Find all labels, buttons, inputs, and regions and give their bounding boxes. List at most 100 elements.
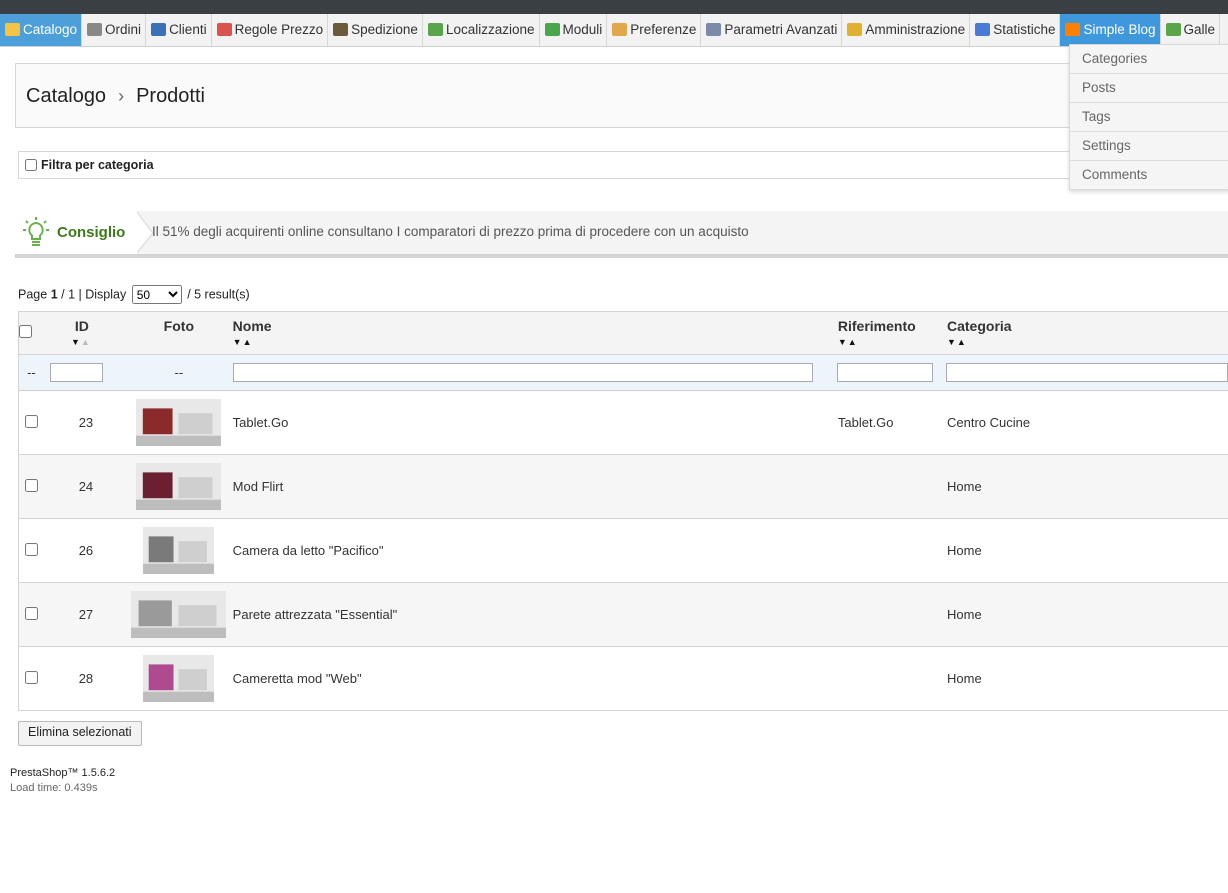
product-thumbnail <box>136 399 222 446</box>
row-checkbox[interactable] <box>24 478 38 492</box>
filter-riferimento-cell <box>834 354 944 391</box>
menu-item-label: Catalogo <box>23 22 78 37</box>
per-page-select[interactable]: 50 <box>131 285 182 304</box>
filter-categoria-input[interactable] <box>946 363 1228 382</box>
table-row[interactable]: 27 Parete attrezzata "Essential" Home <box>17 582 1228 647</box>
riferimento-sort-icon[interactable]: ▼▲ <box>838 337 944 347</box>
categoria-sort-icon[interactable]: ▼▲ <box>947 337 1228 347</box>
row-checkbox-cell <box>17 518 44 583</box>
menu-item-label: Regole Prezzo <box>234 22 324 37</box>
cell-id: 24 <box>43 454 129 519</box>
filter-cb-cell: -- <box>17 354 44 391</box>
menu-item-ordini[interactable]: Ordini <box>82 14 147 46</box>
menu-item-label: Moduli <box>562 22 603 37</box>
filter-id-input[interactable] <box>49 363 103 382</box>
row-checkbox[interactable] <box>24 542 38 556</box>
cell-nome[interactable]: Tablet.Go <box>229 390 835 455</box>
category-filter-label: Filtra per categoria <box>41 158 154 172</box>
col-nome: Nome ▼▲ <box>229 311 835 355</box>
menu-item-spedizione[interactable]: Spedizione <box>328 14 423 46</box>
col-id: ID ▼▲ <box>43 311 129 355</box>
user-icon <box>151 23 167 36</box>
cell-nome[interactable]: Parete attrezzata "Essential" <box>229 582 835 647</box>
cell-categoria: Home <box>944 454 1228 519</box>
col-id-label: ID <box>74 318 89 334</box>
row-checkbox-cell <box>17 582 44 647</box>
col-nome-label: Nome <box>232 318 272 334</box>
category-filter-checkbox[interactable] <box>25 159 37 171</box>
category-filter: Filtra per categoria <box>18 151 1228 179</box>
row-checkbox[interactable] <box>24 414 38 428</box>
dropdown-item-tags[interactable]: Tags <box>1070 103 1228 132</box>
menu-item-parametri-avanzati[interactable]: Parametri Avanzati <box>701 14 843 46</box>
cell-categoria: Centro Cucine <box>944 390 1228 455</box>
tip-banner: Consiglio Il 51% degli acquirenti online… <box>15 211 1228 258</box>
wrench-icon <box>706 23 722 36</box>
table-row[interactable]: 26 Camera da letto "Pacifico" Home <box>17 518 1228 583</box>
page-title: Prodotti <box>136 85 205 107</box>
cell-foto <box>128 518 230 583</box>
filter-nome-cell <box>229 354 835 391</box>
table-row[interactable]: 24 Mod Flirt Home <box>17 454 1228 519</box>
menu-item-clienti[interactable]: Clienti <box>146 14 212 46</box>
cart-icon <box>87 23 103 36</box>
filter-row: -- -- <box>17 354 1228 391</box>
product-thumbnail <box>131 591 227 638</box>
cell-riferimento: Tablet.Go <box>834 390 944 455</box>
tip-label-box: Consiglio <box>15 211 137 254</box>
row-checkbox[interactable] <box>24 670 38 684</box>
menu-item-galle[interactable]: Galle <box>1161 14 1221 46</box>
select-all-checkbox[interactable] <box>19 325 32 338</box>
menu-item-catalogo[interactable]: Catalogo <box>0 14 83 46</box>
current-page: 1 <box>50 287 58 302</box>
filter-nome-input[interactable] <box>232 363 813 382</box>
breadcrumb-parent[interactable]: Catalogo <box>26 85 106 107</box>
cell-id: 28 <box>43 646 129 711</box>
key-icon <box>847 23 863 36</box>
menu-item-localizzazione[interactable]: Localizzazione <box>423 14 540 46</box>
result-count: / 5 result(s) <box>187 287 250 302</box>
menu-item-moduli[interactable]: Moduli <box>540 14 608 46</box>
cell-riferimento <box>834 518 944 583</box>
cell-nome[interactable]: Mod Flirt <box>229 454 835 519</box>
truck-icon <box>333 23 349 36</box>
blog-icon <box>1065 23 1081 36</box>
menu-item-statistiche[interactable]: Statistiche <box>970 14 1061 46</box>
cell-categoria: Home <box>944 646 1228 711</box>
menu-item-label: Localizzazione <box>445 22 535 37</box>
dropdown-item-posts[interactable]: Posts <box>1070 74 1228 103</box>
menu-item-regole-prezzo[interactable]: Regole Prezzo <box>212 14 329 46</box>
col-riferimento-label: Riferimento <box>837 318 916 334</box>
cell-foto <box>128 390 230 455</box>
table-row[interactable]: 28 Cameretta mod "Web" Home <box>17 646 1228 711</box>
total-pages: 1 <box>68 287 76 302</box>
delete-selected-button[interactable]: Elimina selezionati <box>18 721 142 746</box>
pencil-icon <box>612 23 628 36</box>
menu-item-simple-blog[interactable]: Simple Blog <box>1060 14 1161 46</box>
chart-icon <box>975 23 991 36</box>
filter-id-cell <box>43 354 129 391</box>
cell-foto <box>128 454 230 519</box>
cell-nome[interactable]: Cameretta mod "Web" <box>229 646 835 711</box>
table-row[interactable]: 23 Tablet.Go Tablet.Go Centro Cucine <box>17 390 1228 455</box>
footer-version: PrestaShop™ 1.5.6.2 <box>10 767 116 779</box>
filter-riferimento-input[interactable] <box>836 363 933 382</box>
col-riferimento: Riferimento ▼▲ <box>834 311 944 355</box>
cell-nome[interactable]: Camera da letto "Pacifico" <box>229 518 835 583</box>
dropdown-item-comments[interactable]: Comments <box>1070 161 1228 189</box>
row-checkbox[interactable] <box>24 606 38 620</box>
menu-item-label: Preferenze <box>630 22 697 37</box>
footer-load-time: Load time: 0.439s <box>10 782 98 794</box>
menu-item-label: Clienti <box>169 22 207 37</box>
cell-foto <box>128 582 230 647</box>
dropdown-item-settings[interactable]: Settings <box>1070 132 1228 161</box>
dropdown-item-categories[interactable]: Categories <box>1070 45 1228 74</box>
menu-item-label: Parametri Avanzati <box>724 22 838 37</box>
menu-item-amministrazione[interactable]: Amministrazione <box>842 14 971 46</box>
menu-item-preferenze[interactable]: Preferenze <box>607 14 702 46</box>
id-sort-icon[interactable]: ▼▲ <box>34 337 128 347</box>
menu-item-label: Ordini <box>105 22 142 37</box>
nome-sort-icon[interactable]: ▼▲ <box>233 337 835 347</box>
product-thumbnail <box>143 655 215 702</box>
product-thumbnail <box>143 527 215 574</box>
